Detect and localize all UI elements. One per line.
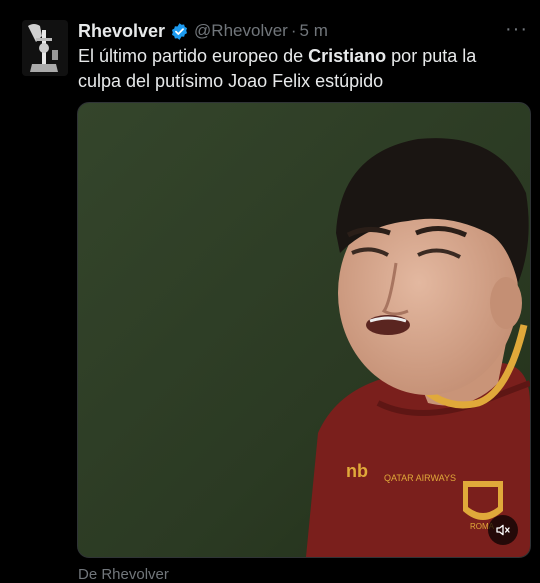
timestamp[interactable]: 5 m <box>300 21 328 41</box>
verified-badge-icon <box>170 22 189 41</box>
attribution[interactable]: De Rhevolver <box>78 566 169 583</box>
video-player[interactable]: QATAR AIRWAYS nb ROMA <box>77 102 531 558</box>
tweet-text-bold[interactable]: Cristiano <box>308 46 386 66</box>
tweet-header: Rhevolver @Rhevolver · 5 m ··· <box>78 18 528 44</box>
tweet[interactable]: Rhevolver @Rhevolver · 5 m ··· El último… <box>0 0 540 583</box>
tweet-text: El último partido europeo de Cristiano p… <box>78 44 518 94</box>
separator-dot: · <box>290 21 297 40</box>
avatar[interactable] <box>22 20 68 76</box>
club-crest <box>463 481 503 520</box>
avatar-image <box>22 20 68 76</box>
sponsor-text: QATAR AIRWAYS <box>384 473 456 483</box>
jersey-brand: nb <box>346 461 368 481</box>
author-name[interactable]: Rhevolver <box>78 21 165 42</box>
author-handle[interactable]: @Rhevolver <box>194 21 288 41</box>
more-options-icon[interactable]: ··· <box>505 18 528 40</box>
video-frame: QATAR AIRWAYS nb ROMA <box>78 103 530 557</box>
volume-muted-icon[interactable] <box>488 515 518 545</box>
tweet-text-part1: El último partido europeo de <box>78 46 309 66</box>
